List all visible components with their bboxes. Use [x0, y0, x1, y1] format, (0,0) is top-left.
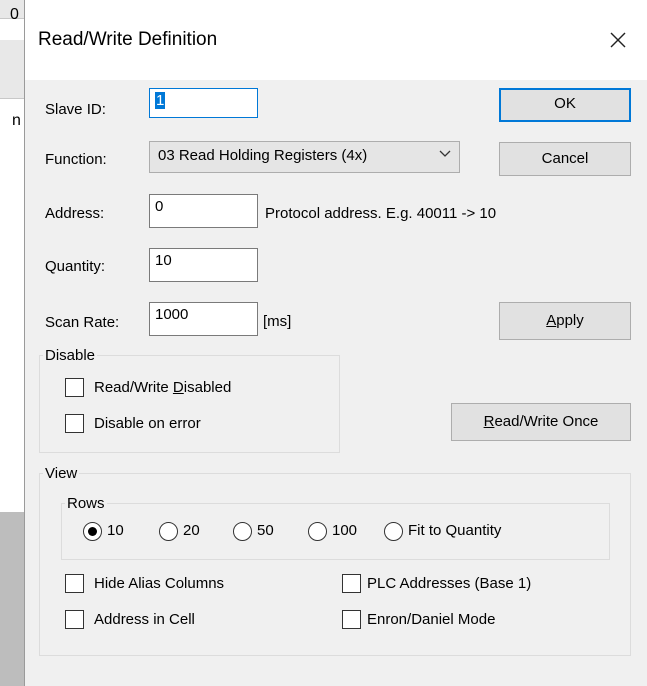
address-input[interactable]: 0 — [149, 194, 258, 228]
background-cell — [0, 40, 24, 99]
read-write-once-label: ead/Write Once — [494, 413, 599, 430]
function-select[interactable]: 03 Read Holding Registers (4x) — [149, 141, 460, 173]
quantity-input[interactable]: 10 — [149, 248, 258, 282]
rows-50-radio[interactable] — [233, 522, 252, 541]
disable-on-error-label: Disable on error — [94, 415, 201, 432]
read-write-disabled-label: Read/Write Disabled — [94, 379, 231, 396]
scan-rate-input[interactable]: 1000 — [149, 302, 258, 336]
enron-daniel-mode-label: Enron/Daniel Mode — [367, 611, 496, 628]
dialog-title: Read/Write Definition — [38, 29, 218, 50]
function-value: 03 Read Holding Registers (4x) — [158, 147, 368, 164]
plc-addresses-label: PLC Addresses (Base 1) — [367, 575, 532, 592]
read-write-disabled-text: Read/Write — [94, 379, 173, 396]
address-label: Address: — [45, 205, 105, 222]
address-in-cell-checkbox[interactable] — [65, 610, 84, 629]
rows-100-radio[interactable] — [308, 522, 327, 541]
rows-10-label: 10 — [107, 522, 124, 539]
disable-group-title: Disable — [43, 347, 98, 364]
slave-id-input[interactable]: 1 — [149, 88, 258, 118]
slave-id-value: 1 — [155, 92, 166, 109]
disable-group — [39, 355, 340, 453]
ok-button[interactable]: OK — [499, 88, 631, 122]
address-hint: Protocol address. E.g. 40011 -> 10 — [265, 205, 497, 222]
rows-100-label: 100 — [332, 522, 358, 539]
quantity-label: Quantity: — [45, 258, 106, 275]
view-group-title: View — [43, 465, 80, 482]
read-write-once-accelerator: R — [483, 413, 495, 430]
rows-group-title: Rows — [65, 495, 107, 512]
chevron-down-icon — [439, 148, 451, 163]
rows-20-radio[interactable] — [159, 522, 178, 541]
apply-label: pply — [556, 312, 584, 329]
function-label: Function: — [45, 151, 107, 168]
hide-alias-columns-label: Hide Alias Columns — [94, 575, 225, 592]
background-text-fragment: 0 — [10, 6, 19, 23]
scan-rate-label: Scan Rate: — [45, 314, 120, 331]
read-write-definition-dialog: Read/Write Definition Slave ID: 1 OK Can… — [24, 0, 647, 686]
rows-50-label: 50 — [257, 522, 274, 539]
background-text-fragment: n — [12, 112, 21, 129]
read-write-disabled-checkbox[interactable] — [65, 378, 84, 397]
apply-accelerator: A — [546, 312, 557, 329]
hide-alias-columns-checkbox[interactable] — [65, 574, 84, 593]
apply-button[interactable]: Apply — [499, 302, 631, 340]
enron-daniel-mode-checkbox[interactable] — [342, 610, 361, 629]
background-panel — [0, 512, 24, 686]
plc-addresses-checkbox[interactable] — [342, 574, 361, 593]
scan-rate-unit: [ms] — [263, 313, 292, 330]
cancel-button[interactable]: Cancel — [499, 142, 631, 176]
close-icon[interactable] — [606, 28, 630, 52]
radio-selected-dot — [88, 527, 97, 536]
rows-fit-to-quantity-label: Fit to Quantity — [408, 522, 502, 539]
view-group — [39, 473, 631, 656]
read-write-disabled-accelerator: D — [172, 379, 184, 396]
read-write-once-button[interactable]: Read/Write Once — [451, 403, 631, 441]
rows-20-label: 20 — [183, 522, 200, 539]
address-in-cell-label: Address in Cell — [94, 611, 195, 628]
rows-fit-to-quantity-radio[interactable] — [384, 522, 403, 541]
read-write-disabled-text-end: isabled — [183, 379, 232, 396]
rows-10-radio[interactable] — [83, 522, 102, 541]
disable-on-error-checkbox[interactable] — [65, 414, 84, 433]
title-bar: Read/Write Definition — [25, 0, 647, 80]
slave-id-label: Slave ID: — [45, 101, 106, 118]
background-window: 0 n — [0, 0, 24, 686]
